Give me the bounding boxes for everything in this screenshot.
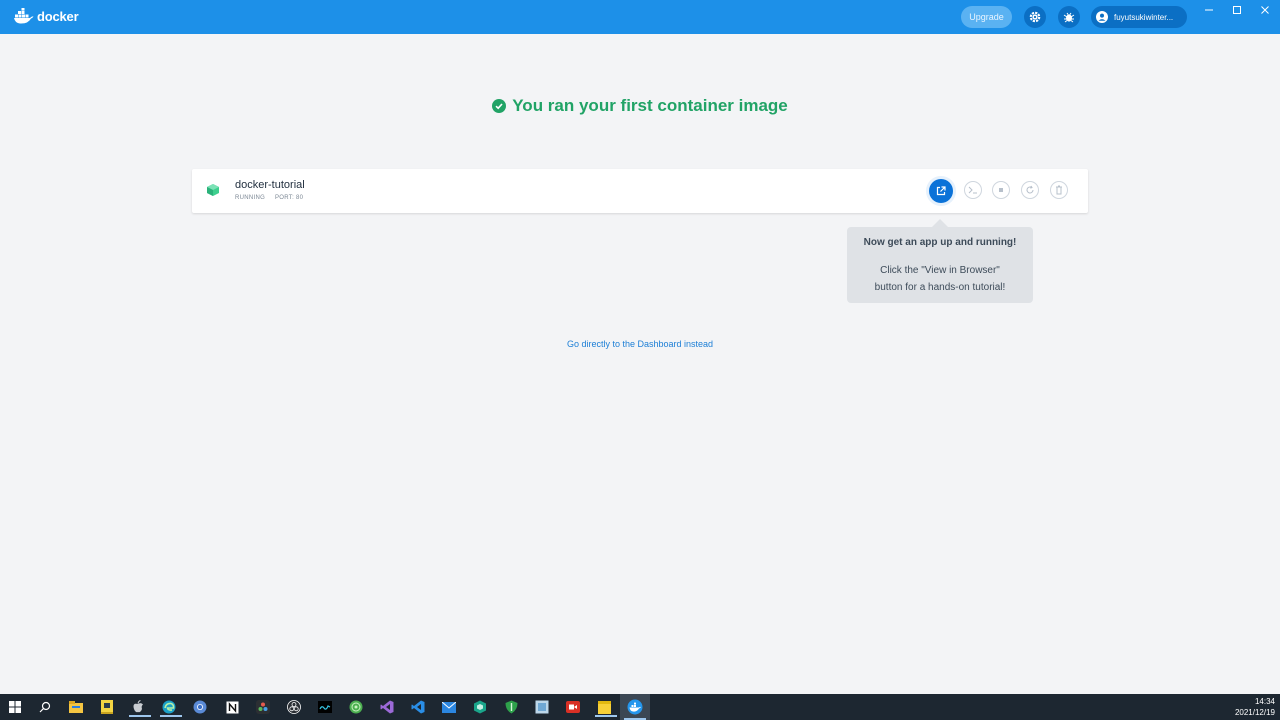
obs-icon [287, 700, 301, 714]
chrome-icon [193, 700, 207, 714]
taskbar-security[interactable] [470, 697, 490, 717]
taskbar-visual-studio[interactable] [377, 697, 397, 717]
visual-studio-icon [380, 700, 394, 714]
stop-icon [999, 188, 1003, 192]
notion-icon [226, 701, 238, 713]
check-circle-icon [492, 99, 507, 113]
open-in-browser-icon [936, 186, 946, 196]
active-indicator [129, 715, 151, 717]
delete-button[interactable] [1050, 181, 1068, 199]
open-in-browser-button[interactable] [926, 176, 956, 206]
maximize-button[interactable] [1223, 2, 1251, 18]
mail-icon [442, 701, 456, 713]
taskbar: 14:34 2021/12/19 [0, 694, 1280, 720]
taskbar-file-explorer[interactable] [66, 697, 86, 717]
viewer-icon [535, 700, 549, 714]
start-icon [9, 701, 21, 713]
taskbar-notion[interactable] [222, 697, 242, 717]
dashboard-link-text[interactable]: Go directly to the Dashboard instead [567, 339, 713, 349]
davinci-icon [256, 700, 270, 714]
clock-time: 14:34 [1254, 697, 1275, 706]
tooltip-line-2: button for a hands-on tutorial! [874, 282, 1006, 293]
close-button[interactable] [1251, 2, 1279, 18]
tooltip-title: Now get an app up and running! [863, 237, 1017, 248]
upgrade-button[interactable]: Upgrade [961, 6, 1012, 28]
minimize-icon [1205, 9, 1213, 11]
taskbar-davinci[interactable] [253, 697, 273, 717]
video-app-icon [566, 701, 580, 713]
security-icon [474, 700, 486, 714]
taskbar-sticky-notes[interactable] [594, 697, 617, 717]
taskbar-edge[interactable] [159, 697, 182, 717]
taskbar-shield[interactable] [501, 697, 521, 717]
taskbar-mail[interactable] [439, 697, 459, 717]
app-name: docker [37, 8, 79, 24]
close-icon [1261, 6, 1269, 14]
dashboard-link: Go directly to the Dashboard instead [0, 339, 1280, 349]
terminal-icon [318, 701, 332, 713]
docker-whale-icon [14, 8, 34, 24]
vscode-icon [411, 700, 425, 714]
gear-icon [1029, 11, 1041, 23]
troubleshoot-button[interactable] [1058, 6, 1080, 28]
bug-icon [1063, 12, 1075, 23]
browser-icon [349, 700, 363, 714]
cli-icon [968, 186, 977, 194]
container-card: docker-tutorial RUNNING PORT: 80 [192, 169, 1088, 213]
taskbar-apple[interactable] [128, 697, 151, 717]
clock-date: 2021/12/19 [1234, 708, 1275, 717]
taskbar-clock[interactable]: 14:34 2021/12/19 [1235, 696, 1275, 718]
active-indicator [595, 715, 617, 717]
account-icon [1096, 11, 1108, 23]
headline-text: You ran your first container image [512, 96, 788, 115]
start-button[interactable] [5, 697, 25, 717]
maximize-icon [1233, 6, 1241, 14]
tooltip-line-1: Click the "View in Browser" [880, 265, 1000, 276]
container-status: RUNNING [235, 195, 266, 201]
file-explorer-icon [69, 701, 83, 713]
sticky-notes-icon [597, 700, 611, 714]
docker-logo: docker [14, 8, 79, 24]
edge-icon [162, 700, 176, 714]
title-bar: docker Upgrade fuyutsukiwinter... [0, 0, 1280, 34]
apple-icon [133, 700, 143, 713]
container-port: PORT: 80 [275, 195, 304, 201]
delete-icon [1056, 185, 1062, 195]
taskbar-viewer[interactable] [532, 697, 552, 717]
docker-icon [627, 699, 643, 715]
container-name: docker-tutorial [235, 179, 305, 191]
taskbar-video-app[interactable] [563, 697, 583, 717]
active-indicator [160, 715, 182, 717]
container-cube-icon [207, 184, 219, 196]
tutorial-tooltip: Now get an app up and running! Click the… [847, 219, 1033, 303]
settings-button[interactable] [1024, 6, 1046, 28]
minimize-button[interactable] [1195, 2, 1223, 18]
taskbar-browser[interactable] [346, 697, 366, 717]
shield-icon [505, 700, 517, 714]
notes-app-icon [101, 700, 113, 714]
taskbar-search[interactable] [35, 697, 55, 717]
restart-icon [1026, 185, 1034, 194]
taskbar-docker[interactable] [620, 694, 650, 720]
taskbar-terminal[interactable] [315, 697, 335, 717]
stop-button[interactable] [992, 181, 1010, 199]
taskbar-obs[interactable] [284, 697, 304, 717]
success-headline: You ran your first container image [0, 96, 1280, 116]
taskbar-chrome[interactable] [190, 697, 210, 717]
search-icon [39, 701, 51, 713]
restart-button[interactable] [1021, 181, 1039, 199]
taskbar-notes-app[interactable] [97, 697, 117, 717]
tooltip-body: Click the "View in Browser" button for a… [847, 262, 1033, 296]
account-button[interactable]: fuyutsukiwinter... [1091, 6, 1187, 28]
taskbar-vscode[interactable] [408, 697, 428, 717]
account-name: fuyutsukiwinter... [1114, 12, 1174, 22]
cli-button[interactable] [964, 181, 982, 199]
